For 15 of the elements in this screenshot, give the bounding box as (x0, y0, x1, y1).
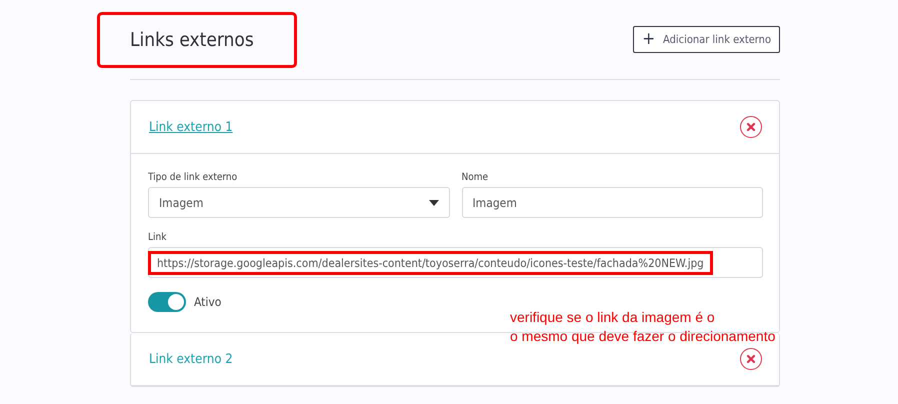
section-title: Links externos (100, 14, 294, 64)
field-label: Link (148, 232, 168, 243)
add-link-button[interactable]: + Adicionar link externo (633, 26, 780, 53)
field-label: Nome (462, 172, 490, 183)
type-dropdown[interactable]: Imagem (148, 187, 450, 218)
remove-icon[interactable] (740, 116, 762, 138)
active-toggle[interactable] (148, 292, 186, 312)
caret-icon (428, 200, 438, 206)
annotation-note: verifique se o link da imagem é o o mesmo que deve fazer o direcionamento (510, 308, 776, 346)
field-label: Tipo de link externo (148, 172, 238, 183)
name-field[interactable]: Imagem (462, 187, 763, 218)
link-field[interactable]: https://storage.googleapis.com/dealersites-content/toyoserra/conteudo/icones-teste/fachada%20NEW.jpg (148, 247, 763, 278)
plus-icon: + (642, 31, 656, 48)
remove-icon[interactable] (740, 348, 762, 370)
toggle-label: Ativo (194, 295, 222, 309)
